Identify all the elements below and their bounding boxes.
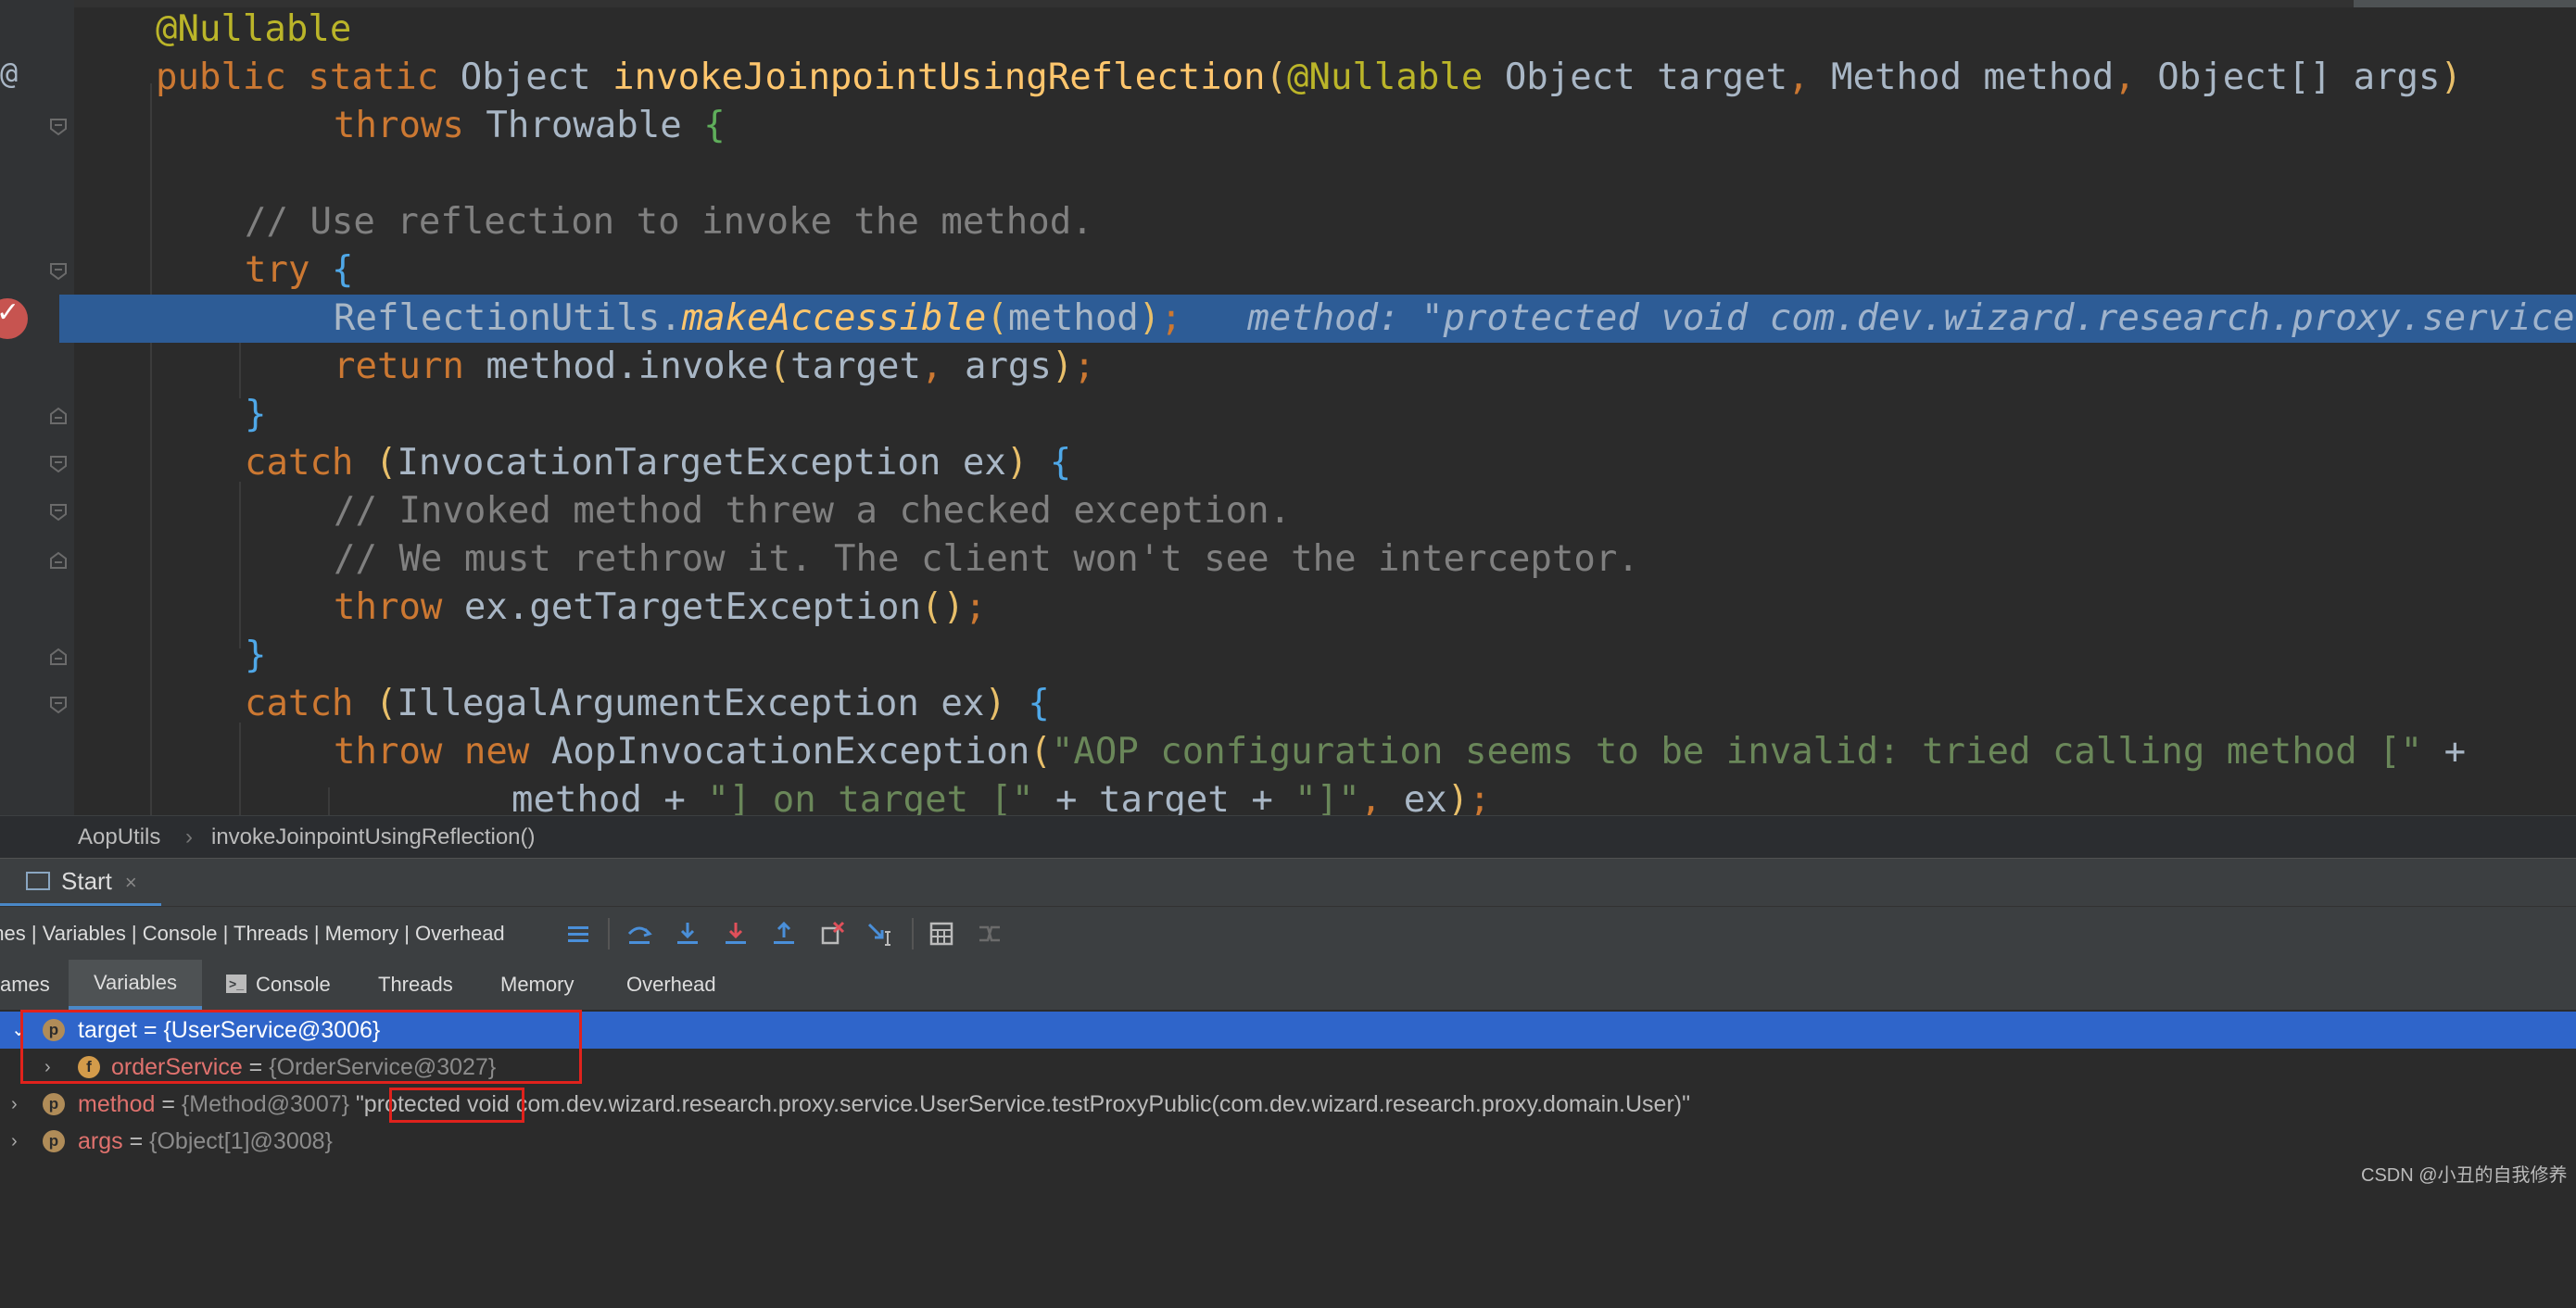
- fold-marker-icon[interactable]: [48, 261, 69, 282]
- indent-guide: [328, 787, 330, 815]
- debug-session-icon: [26, 872, 50, 891]
- code-line[interactable]: // Use reflection to invoke the method.: [245, 198, 2576, 246]
- fold-marker-icon[interactable]: [48, 695, 69, 715]
- menu-icon[interactable]: [563, 919, 593, 949]
- debug-subtabs: ames Variables >_ Console Threads Memory …: [0, 960, 2576, 1011]
- close-tab-icon[interactable]: ×: [125, 871, 137, 894]
- chevron-right-icon[interactable]: ›: [11, 1123, 18, 1160]
- code-line[interactable]: @Nullable: [156, 6, 2576, 54]
- code-line[interactable]: public static Object invokeJoinpointUsin…: [156, 54, 2576, 102]
- tab-threads[interactable]: Threads: [378, 960, 453, 1010]
- code-line[interactable]: try {: [245, 246, 2576, 295]
- force-step-into-icon[interactable]: [721, 919, 751, 949]
- tab-label: Start: [61, 867, 112, 895]
- code-line[interactable]: }: [245, 391, 2576, 439]
- tab-label: Variables: [93, 971, 178, 994]
- current-execution-line[interactable]: ReflectionUtils.makeAccessible(method); …: [59, 295, 2576, 343]
- code-line[interactable]: // Invoked method threw a checked except…: [334, 487, 2576, 535]
- tab-memory[interactable]: Memory: [500, 960, 574, 1010]
- fold-marker-icon[interactable]: [48, 454, 69, 474]
- indent-guide: [150, 83, 152, 815]
- code-line[interactable]: catch (InvocationTargetException ex) {: [245, 439, 2576, 487]
- tab-label: Console: [256, 973, 331, 996]
- indent-guide: [239, 482, 241, 648]
- variable-type: {Method@3007}: [181, 1091, 349, 1117]
- tab-label: ames: [0, 973, 50, 996]
- equals-sign: =: [122, 1128, 150, 1154]
- fold-marker-icon[interactable]: [48, 647, 69, 667]
- tab-frames[interactable]: ames: [0, 960, 50, 1010]
- fold-marker-icon[interactable]: [48, 117, 69, 137]
- breadcrumb-separator: ›: [185, 824, 193, 849]
- trace-stream-icon[interactable]: [975, 919, 1004, 949]
- code-line[interactable]: }: [245, 632, 2576, 680]
- variable-row-method[interactable]: › p method = {Method@3007} "protected vo…: [0, 1086, 2576, 1123]
- breadcrumb-method[interactable]: invokeJoinpointUsingReflection(): [211, 816, 536, 859]
- code-line[interactable]: throws Throwable {: [334, 102, 2576, 150]
- code-line[interactable]: method + "] on target [" + target + "]",…: [511, 776, 2576, 815]
- parameter-icon: p: [43, 1130, 65, 1152]
- code-line[interactable]: throw ex.getTargetException();: [334, 584, 2576, 632]
- tab-label: Threads: [378, 973, 453, 996]
- tab-label: Memory: [500, 973, 575, 996]
- toolbar-separator: [608, 918, 610, 950]
- tab-label: Overhead: [626, 973, 716, 996]
- variable-name: args: [78, 1128, 123, 1154]
- toolbar-separator: [912, 918, 914, 950]
- drop-frame-icon[interactable]: [817, 919, 847, 949]
- step-over-icon[interactable]: [625, 919, 654, 949]
- fold-marker-icon[interactable]: [48, 550, 69, 571]
- step-into-icon[interactable]: [673, 919, 702, 949]
- variable-type: {Object[1]@3008}: [149, 1128, 333, 1154]
- code-line[interactable]: // We must rethrow it. The client won't …: [334, 535, 2576, 584]
- evaluate-expression-icon[interactable]: [927, 919, 956, 949]
- layout-tabs-label[interactable]: ames | Variables | Console | Threads | M…: [0, 907, 505, 961]
- tab-console[interactable]: >_ Console: [226, 960, 331, 1010]
- debug-toolbar: ames | Variables | Console | Threads | M…: [0, 906, 2576, 962]
- inline-debug-value: method: "protected void com.dev.wizard.r…: [1247, 297, 2576, 339]
- tab-debug-session-start[interactable]: Start ×: [0, 859, 161, 907]
- console-icon: >_: [226, 975, 246, 994]
- code-line[interactable]: throw new AopInvocationException("AOP co…: [334, 728, 2576, 776]
- debug-tool-window-header: Start ×: [0, 858, 2576, 907]
- equals-sign: =: [155, 1091, 182, 1117]
- annotation-highlight-box: [20, 1010, 582, 1084]
- fold-marker-icon[interactable]: [48, 406, 69, 426]
- checkmark-icon: ✓: [0, 296, 20, 329]
- code-line[interactable]: catch (IllegalArgumentException ex) {: [245, 680, 2576, 728]
- tab-overhead[interactable]: Overhead: [626, 960, 716, 1010]
- watermark: CSDN @小丑的自我修养: [2361, 1165, 2568, 1186]
- variable-value: void com.dev.wizard.research.proxy.servi…: [461, 1091, 1690, 1117]
- parameter-icon: p: [43, 1093, 65, 1115]
- step-out-icon[interactable]: [769, 919, 799, 949]
- tab-variables[interactable]: Variables: [69, 960, 202, 1010]
- variable-name: method: [78, 1091, 156, 1117]
- breakpoint-icon[interactable]: ✓: [0, 296, 28, 339]
- indent-guide: [239, 723, 241, 815]
- annotation-highlight-box: [389, 1088, 524, 1123]
- breadcrumb-class[interactable]: AopUtils: [78, 816, 160, 859]
- variable-row-args[interactable]: › p args = {Object[1]@3008}: [0, 1123, 2576, 1160]
- code-editor[interactable]: @ ✓ @Nullable public static Object invok…: [0, 0, 2576, 815]
- run-to-cursor-icon[interactable]: [865, 919, 895, 949]
- fold-marker-icon[interactable]: [48, 502, 69, 522]
- variables-tree[interactable]: ⌄ p target = {UserService@3006} › f orde…: [0, 1010, 2576, 1191]
- chevron-right-icon[interactable]: ›: [11, 1086, 18, 1123]
- breadcrumb: AopUtils › invokeJoinpointUsingReflectio…: [0, 815, 2576, 859]
- code-line[interactable]: return method.invoke(target, args);: [334, 343, 2576, 391]
- override-marker-icon[interactable]: @: [0, 56, 18, 91]
